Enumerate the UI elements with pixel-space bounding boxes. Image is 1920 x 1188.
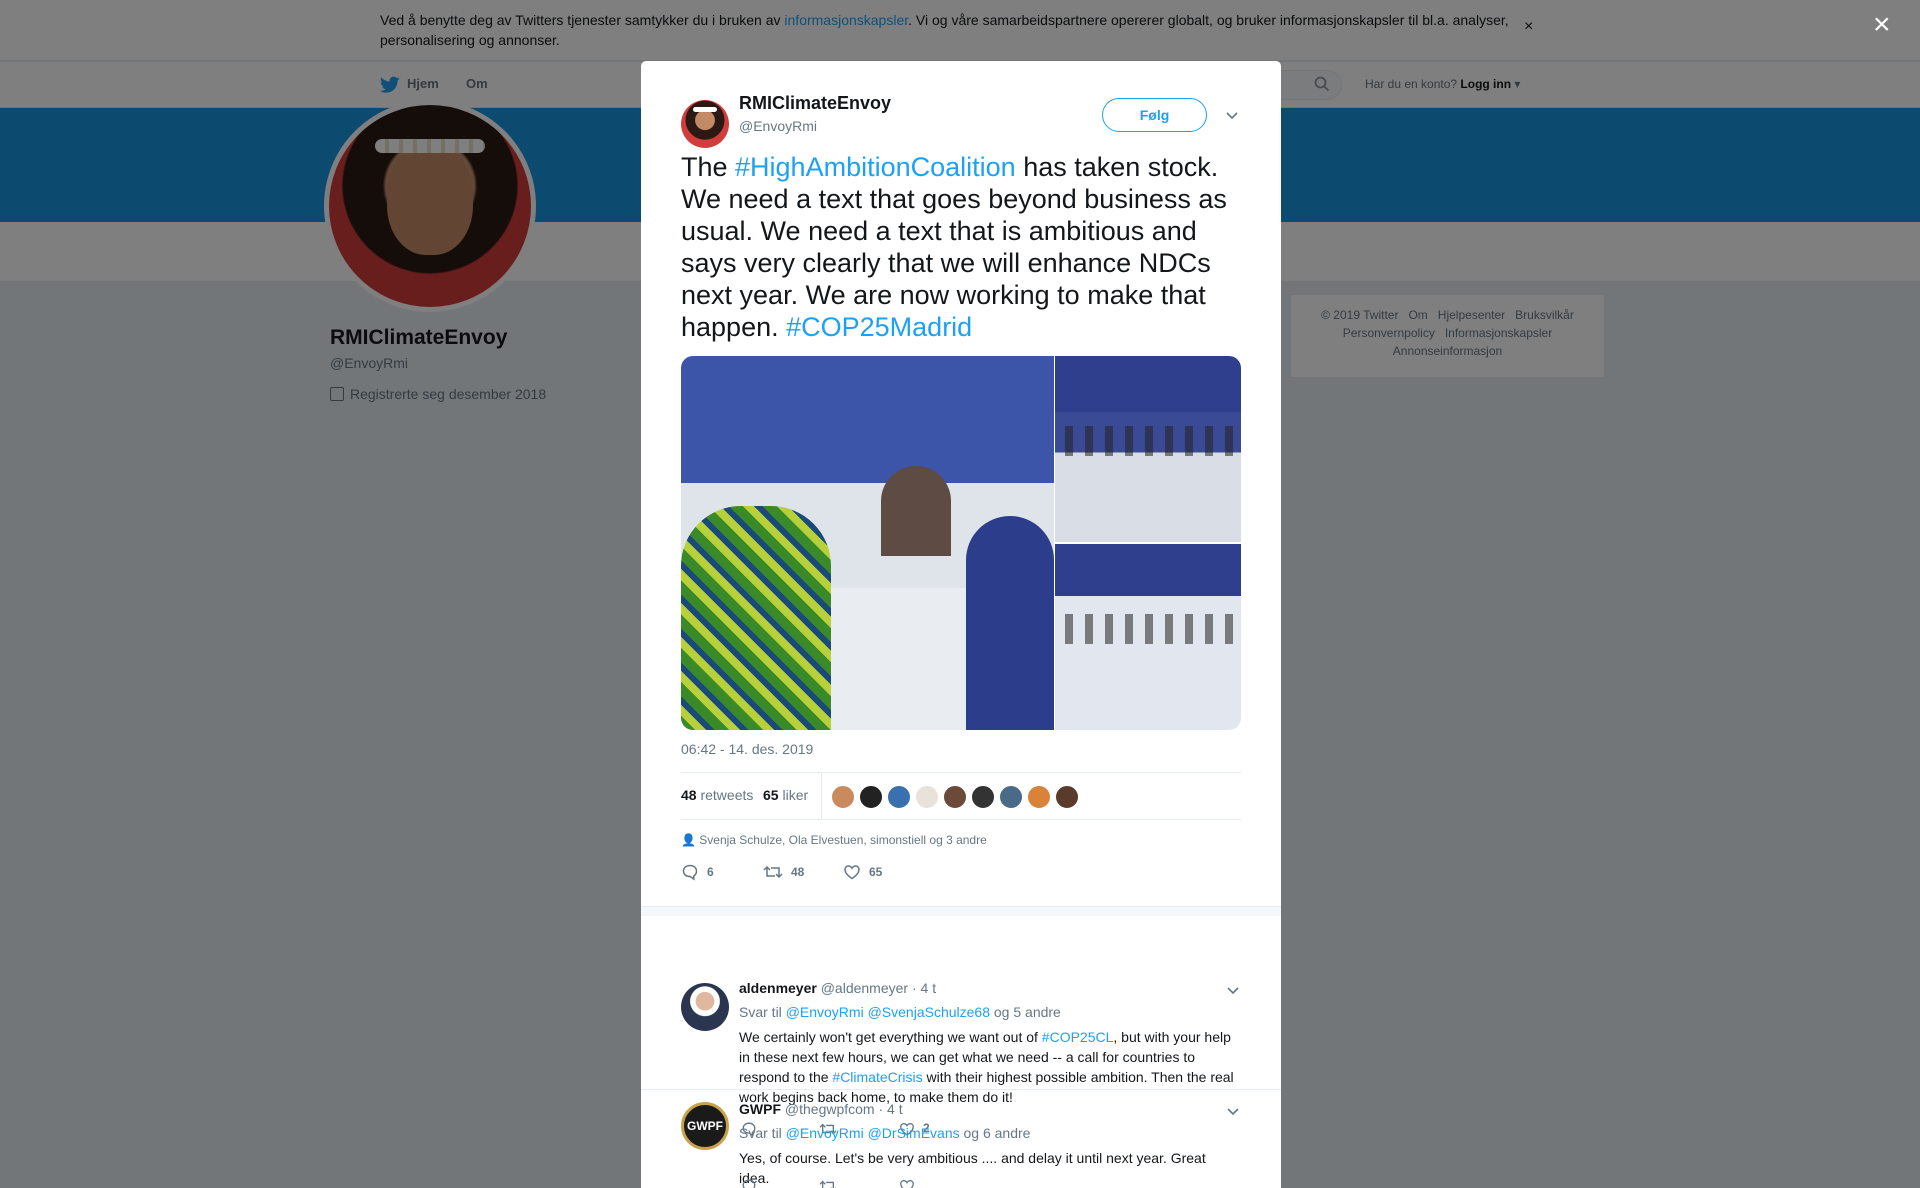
liker-avatar[interactable] xyxy=(943,785,967,809)
like-button[interactable]: 65 xyxy=(843,863,882,881)
reply-button[interactable]: 6 xyxy=(681,863,714,881)
tweet-timestamp[interactable]: 06:42 - 14. des. 2019 xyxy=(681,741,813,757)
reply-author-handle[interactable]: @thegwpfcom xyxy=(785,1101,875,1117)
reply-to: Svar til @EnvoyRmi @SvenjaSchulze68 og 5… xyxy=(739,1004,1061,1020)
mention-link[interactable]: @DrSimEvans xyxy=(868,1125,960,1141)
reply-button[interactable] xyxy=(741,1178,765,1188)
retweet-icon xyxy=(763,865,783,879)
close-icon[interactable]: × xyxy=(1873,10,1891,40)
reply-icon xyxy=(742,1179,756,1188)
reply-avatar[interactable]: GWPF xyxy=(681,1102,729,1150)
reply-to: Svar til @EnvoyRmi @DrSimEvans og 6 andr… xyxy=(739,1125,1031,1141)
tweet-author-name[interactable]: RMIClimateEnvoy xyxy=(739,93,891,114)
hashtag-link[interactable]: #HighAmbitionCoalition xyxy=(735,152,1016,182)
tweet-photo-1[interactable] xyxy=(681,356,1054,730)
liker-avatar[interactable] xyxy=(859,785,883,809)
reply-icon xyxy=(682,864,698,881)
mention-link[interactable]: @EnvoyRmi xyxy=(786,1125,864,1141)
tweet-avatar[interactable] xyxy=(681,100,729,148)
person-icon: 👤 xyxy=(681,833,700,847)
reply-author-name[interactable]: GWPF xyxy=(739,1101,781,1117)
retweets-stat[interactable]: 48 retweets xyxy=(681,787,753,803)
follow-button[interactable]: Følg xyxy=(1102,98,1207,132)
reply-age[interactable]: · 4 t xyxy=(912,980,936,996)
divider xyxy=(821,773,822,819)
heart-icon xyxy=(900,1179,914,1188)
reply-avatar[interactable] xyxy=(681,983,729,1031)
retweet-button[interactable] xyxy=(819,1178,845,1188)
tweet-actions: 6 48 65 xyxy=(681,863,1241,887)
liker-avatar[interactable] xyxy=(887,785,911,809)
chevron-down-icon[interactable] xyxy=(1226,983,1240,997)
section-divider xyxy=(641,906,1281,916)
retweet-icon xyxy=(819,1180,837,1188)
divider xyxy=(641,1089,1281,1090)
likes-stat[interactable]: 65 liker xyxy=(763,787,808,803)
like-button[interactable] xyxy=(899,1178,923,1188)
tweet-modal: RMIClimateEnvoy @EnvoyRmi Følg The #High… xyxy=(641,61,1281,1188)
reply-to-more[interactable]: og 6 andre xyxy=(964,1125,1031,1141)
liker-avatar[interactable] xyxy=(1055,785,1079,809)
tweet-stats: 48 retweets 65 liker xyxy=(681,772,1241,820)
reply-age[interactable]: · 4 t xyxy=(878,1101,902,1117)
reply-author-name[interactable]: aldenmeyer xyxy=(739,980,817,996)
reply-header: aldenmeyer @aldenmeyer · 4 t xyxy=(739,980,936,996)
chevron-down-icon[interactable] xyxy=(1225,108,1239,122)
reply-header: GWPF @thegwpfcom · 4 t xyxy=(739,1101,903,1117)
chevron-down-icon[interactable] xyxy=(1226,1104,1240,1118)
reply-author-handle[interactable]: @aldenmeyer xyxy=(821,980,908,996)
tweet-photo-2[interactable] xyxy=(1055,356,1241,542)
mention-link[interactable]: @SvenjaSchulze68 xyxy=(868,1004,990,1020)
reply-actions xyxy=(739,1178,1039,1188)
liker-avatar[interactable] xyxy=(1027,785,1051,809)
heart-icon xyxy=(844,865,860,880)
mention-link[interactable]: @EnvoyRmi xyxy=(786,1004,864,1020)
tweet-author-handle[interactable]: @EnvoyRmi xyxy=(739,118,817,134)
liker-avatars xyxy=(831,785,1083,814)
hashtag-link[interactable]: #COP25Madrid xyxy=(786,312,972,342)
social-context[interactable]: 👤 Svenja Schulze, Ola Elvestuen, simonst… xyxy=(681,833,987,847)
hashtag-link[interactable]: #COP25CL xyxy=(1042,1029,1114,1045)
tweet-photo-3[interactable] xyxy=(1055,544,1241,730)
liker-avatar[interactable] xyxy=(999,785,1023,809)
retweet-button[interactable]: 48 xyxy=(763,863,804,881)
liker-avatar[interactable] xyxy=(971,785,995,809)
hashtag-link[interactable]: #ClimateCrisis xyxy=(832,1069,922,1085)
reply-to-more[interactable]: og 5 andre xyxy=(994,1004,1061,1020)
tweet-media xyxy=(681,356,1241,730)
liker-avatar[interactable] xyxy=(915,785,939,809)
tweet-text: The #HighAmbitionCoalition has taken sto… xyxy=(681,152,1227,342)
liker-avatar[interactable] xyxy=(831,785,855,809)
reply-text: We certainly won't get everything we wan… xyxy=(739,1029,1234,1105)
